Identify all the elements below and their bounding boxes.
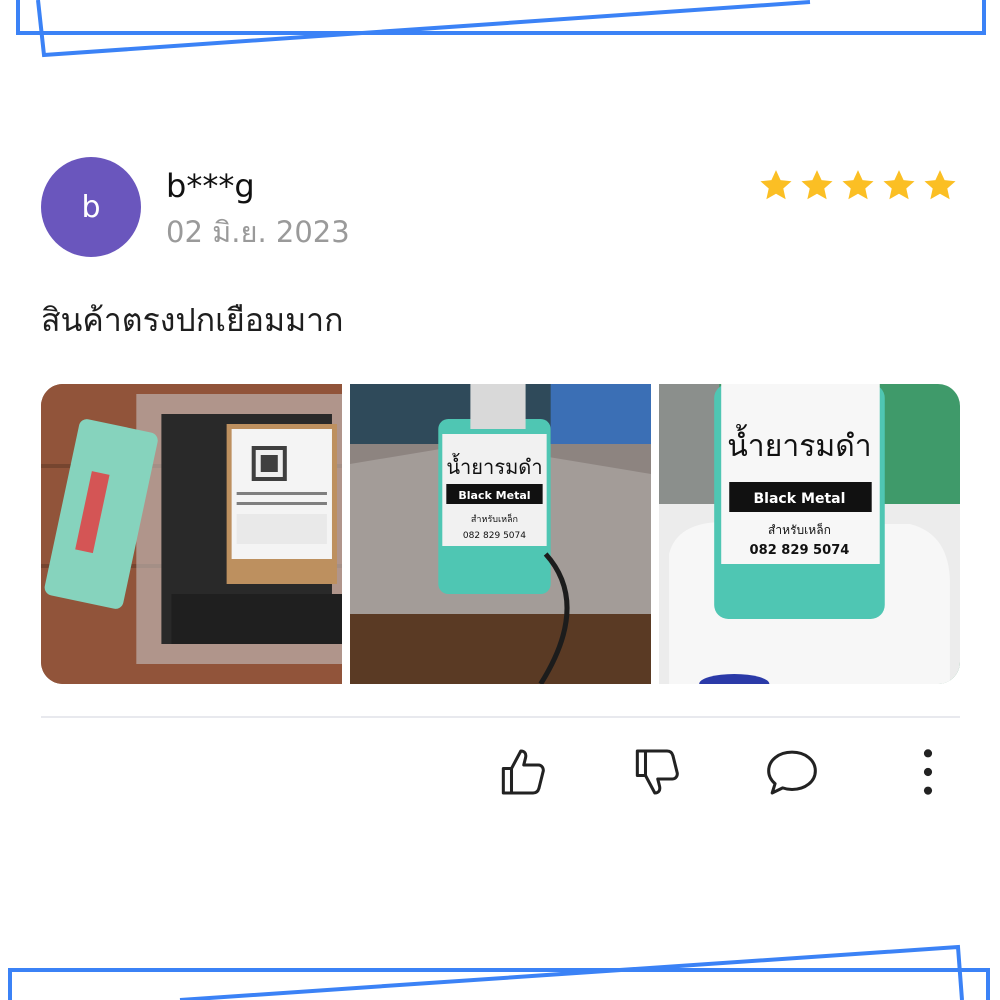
more-button[interactable] (900, 744, 956, 800)
dislike-button[interactable] (628, 744, 684, 800)
more-icon (923, 749, 933, 795)
closeup-phone: 082 829 5074 (750, 543, 850, 558)
package-photo-icon (41, 384, 342, 684)
avatar[interactable]: b (41, 157, 141, 257)
review-photo-1[interactable] (41, 384, 342, 684)
review-page: b b***g 02 มิ.ย. 2023 สินค้าตรงปกเยือมมา… (0, 0, 1000, 1000)
comment-button[interactable] (764, 744, 820, 800)
bottom-frame-decoration (8, 944, 990, 1000)
top-frame-decoration (16, 0, 986, 58)
closeup-sub: สำหรับเหล็ก (768, 522, 831, 537)
like-button[interactable] (494, 744, 550, 800)
bottle-photo-icon: น้ำยารมดำ Black Metal สำหรับเหล็ก 082 82… (350, 384, 651, 684)
thumbs-down-icon (635, 749, 679, 795)
bottle-brand: Black Metal (458, 489, 530, 502)
review-photos: น้ำยารมดำ Black Metal สำหรับเหล็ก 082 82… (41, 384, 960, 684)
comment-icon (767, 750, 817, 795)
bottle-phone: 082 829 5074 (463, 531, 526, 541)
review-comment: สินค้าตรงปกเยือมมาก (41, 301, 344, 339)
bottle-closeup-photo-icon: น้ำยารมดำ Black Metal สำหรับเหล็ก 082 82… (659, 384, 960, 684)
star-icon (801, 170, 833, 200)
divider (41, 716, 960, 718)
star-icon (883, 170, 915, 200)
star-icon (760, 170, 792, 200)
star-rating (757, 167, 962, 205)
avatar-letter: b (81, 189, 101, 225)
review-photo-3[interactable]: น้ำยารมดำ Black Metal สำหรับเหล็ก 082 82… (659, 384, 960, 684)
review-date: 02 มิ.ย. 2023 (166, 215, 350, 249)
star-icon (924, 170, 956, 200)
star-icon (842, 170, 874, 200)
closeup-title: น้ำยารมดำ (727, 424, 871, 464)
closeup-brand: Black Metal (753, 491, 845, 507)
reviewer-username: b***g (166, 167, 255, 205)
review-photo-2[interactable]: น้ำยารมดำ Black Metal สำหรับเหล็ก 082 82… (350, 384, 651, 684)
thumbs-up-icon (501, 749, 545, 795)
bottle-title: น้ำยารมดำ (446, 453, 542, 479)
